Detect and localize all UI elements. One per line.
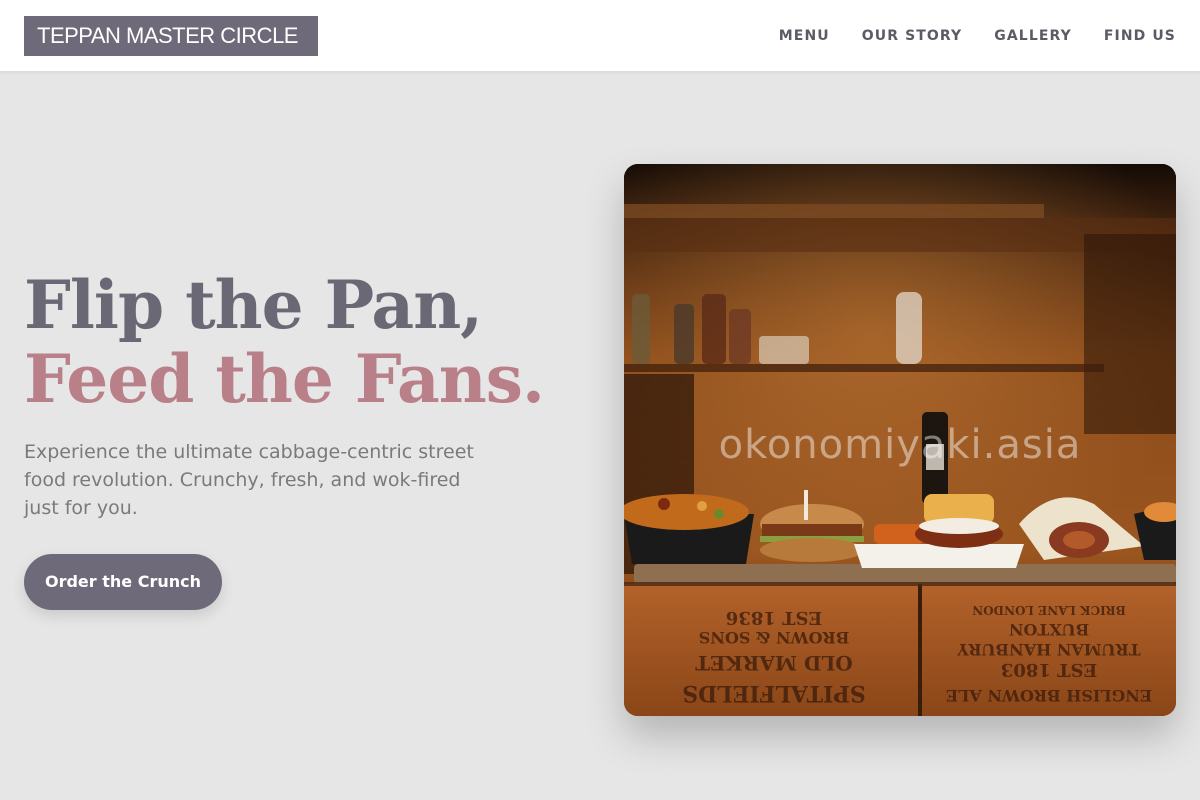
crate-stencil-text: EST 1803	[1001, 659, 1097, 680]
headline-line-1: Flip the Pan,	[24, 266, 483, 344]
crate-stencil-text: EST 1836	[726, 607, 822, 628]
crate-stencil-text: TRUMAN HANBURY	[957, 640, 1141, 659]
nav-item-find-us[interactable]: FIND US	[1104, 28, 1176, 44]
hero-subtext: Experience the ultimate cabbage-centric …	[24, 441, 474, 519]
site-logo[interactable]: TEPPAN MASTER CIRCLE	[24, 16, 318, 56]
crate-stencil-text: BROWN & SONS	[699, 628, 850, 647]
nav-item-our-story[interactable]: OUR STORY	[862, 28, 963, 44]
order-button[interactable]: Order the Crunch	[24, 554, 222, 610]
food-photo-illustration: EST 1836 BROWN & SONS OLD MARKET SPITALF…	[624, 164, 1176, 716]
main-nav: MENU OUR STORY GALLERY FIND US	[779, 0, 1176, 72]
crate-stencil-text: BRICK LANE LONDON	[972, 603, 1126, 617]
nav-item-gallery[interactable]: GALLERY	[994, 28, 1072, 44]
crate-stencil-text: BUXTON	[1009, 620, 1089, 639]
headline-line-2: Feed the Fans.	[24, 340, 545, 418]
hero-food-image: EST 1836 BROWN & SONS OLD MARKET SPITALF…	[624, 164, 1176, 716]
crate-stencil-text: SPITALFIELDS	[682, 680, 866, 706]
hero-headline: Flip the Pan, Feed the Fans.	[24, 268, 584, 416]
nav-item-menu[interactable]: MENU	[779, 28, 830, 44]
crate-stencil-text: OLD MARKET	[695, 651, 853, 675]
site-header: TEPPAN MASTER CIRCLE MENU OUR STORY GALL…	[0, 0, 1200, 72]
crate-stencil-text: ENGLISH BROWN ALE	[946, 686, 1152, 705]
